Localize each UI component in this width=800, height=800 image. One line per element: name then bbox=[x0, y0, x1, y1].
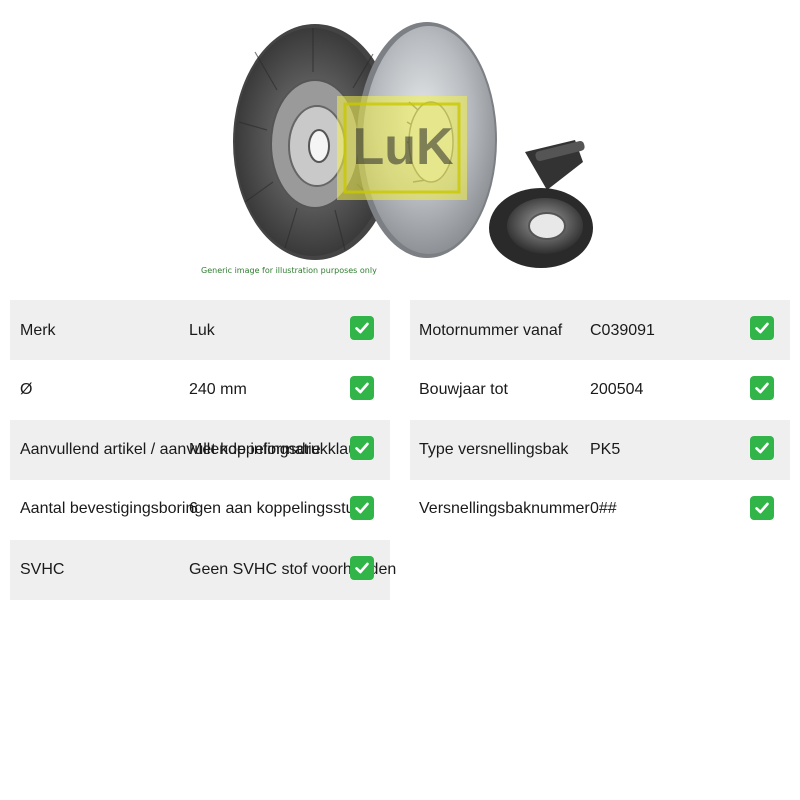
check-mark-button-icon bbox=[350, 436, 374, 460]
spec-label: Versnellingsbaknummer bbox=[419, 500, 590, 517]
check-mark-button-icon bbox=[750, 316, 774, 340]
spec-row-merk: Merk Luk bbox=[10, 300, 390, 360]
check-mark-button-icon bbox=[750, 436, 774, 460]
product-image: LuK bbox=[195, 12, 605, 292]
check-mark-button-icon bbox=[350, 496, 374, 520]
spec-label: Type versnellingsbak bbox=[419, 441, 569, 458]
check-mark-button-icon bbox=[350, 316, 374, 340]
check-mark-button-icon bbox=[750, 376, 774, 400]
spec-value: 6 bbox=[189, 500, 198, 517]
spec-label: Merk bbox=[20, 322, 56, 339]
spec-label: Bouwjaar tot bbox=[419, 381, 508, 398]
spec-table-left: Merk Luk Ø 240 mm Aanvullend artikel / a… bbox=[10, 300, 396, 600]
spec-value: Met koppelingsdrukklauw bbox=[189, 441, 369, 458]
spec-value: PK5 bbox=[590, 441, 621, 458]
spec-row-bevestigingsboringen: Aantal bevestigingsboringen aan koppelin… bbox=[10, 480, 390, 540]
check-mark-button-icon bbox=[750, 496, 774, 520]
spec-label: SVHC bbox=[20, 561, 65, 578]
check-mark-button-icon bbox=[350, 556, 374, 580]
spec-value: 0## bbox=[590, 500, 617, 517]
spec-row-diameter: Ø 240 mm bbox=[10, 360, 390, 420]
spec-value: Luk bbox=[189, 322, 215, 339]
spec-row-aanvullend: Aanvullend artikel / aanvullende informa… bbox=[10, 420, 390, 480]
spec-label: Ø bbox=[20, 381, 33, 398]
spec-row-versnellingsbak-type: Type versnellingsbak PK5 bbox=[410, 420, 790, 480]
spec-label: Motornummer vanaf bbox=[419, 322, 563, 339]
spec-row-versnellingsbaknummer: Versnellingsbaknummer 0## bbox=[410, 480, 790, 540]
spec-value: 200504 bbox=[590, 381, 644, 398]
spec-row-motornummer: Motornummer vanaf C039091 bbox=[410, 300, 790, 360]
spec-row-svhc: SVHC Geen SVHC stof voorhanden bbox=[10, 540, 396, 600]
check-mark-button-icon bbox=[350, 376, 374, 400]
spec-value: C039091 bbox=[590, 322, 655, 339]
spec-row-bouwjaar: Bouwjaar tot 200504 bbox=[410, 360, 790, 420]
spec-value: 240 mm bbox=[189, 381, 247, 398]
image-caption: Generic image for illustration purposes … bbox=[201, 266, 377, 275]
spec-table-right: Motornummer vanaf C039091 Bouwjaar tot 2… bbox=[410, 300, 790, 540]
luk-logo: LuK bbox=[352, 118, 454, 176]
